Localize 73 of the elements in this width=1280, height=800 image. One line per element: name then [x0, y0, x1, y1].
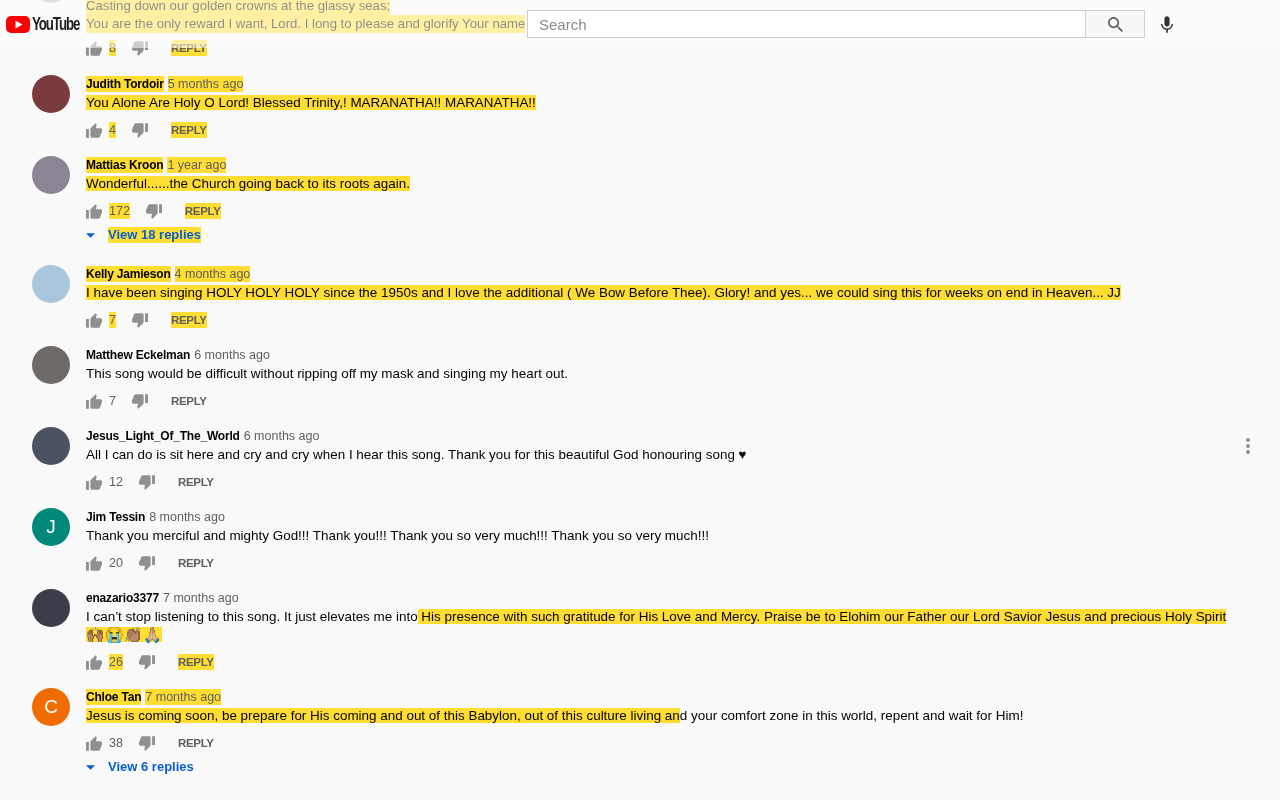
- avatar-photo-placeholder[interactable]: [32, 75, 70, 113]
- thumb-down-icon[interactable]: [131, 312, 148, 328]
- like-count: 20: [109, 555, 123, 571]
- comment-time[interactable]: 7 months ago: [163, 590, 239, 606]
- like-count: 172: [109, 203, 130, 219]
- reply-button[interactable]: REPLY: [177, 555, 214, 571]
- comment-text: Wonderful......the Church going back to its roots again.: [86, 175, 411, 193]
- thumb-up-icon[interactable]: [86, 122, 102, 138]
- view-replies-button[interactable]: View 6 replies: [86, 759, 194, 775]
- comment-author[interactable]: Mattias Kroon: [86, 157, 164, 173]
- thumb-up-icon[interactable]: [86, 312, 102, 328]
- more-options-icon[interactable]: [1246, 438, 1250, 454]
- thumb-down-icon[interactable]: [138, 654, 155, 670]
- thumb-up-icon[interactable]: [86, 393, 102, 409]
- like-count: 7: [109, 393, 116, 409]
- thumb-down-icon[interactable]: [131, 122, 148, 138]
- like-count: 38: [109, 735, 123, 751]
- avatar-initial[interactable]: J: [32, 508, 70, 546]
- comment-text: All I can do is sit here and cry and cry when I hear this song. Thank you for this beautiful God honouring song ♥: [86, 446, 748, 464]
- thumb-down-icon[interactable]: [131, 393, 148, 409]
- caret-down-icon: [86, 232, 95, 238]
- reply-button[interactable]: REPLY: [184, 203, 221, 219]
- comment-time[interactable]: 8 months ago: [149, 509, 225, 525]
- search-button[interactable]: [1085, 10, 1145, 38]
- like-count: 7: [109, 312, 116, 328]
- comment-author[interactable]: Jesus_Light_Of_The_World: [86, 428, 240, 444]
- thumb-up-icon[interactable]: [86, 40, 102, 56]
- thumb-up-icon[interactable]: [86, 735, 102, 751]
- comment-author[interactable]: enazario3377: [86, 590, 159, 606]
- play-logo-icon[interactable]: [6, 15, 30, 33]
- avatar-photo-placeholder[interactable]: [32, 589, 70, 627]
- avatar-photo-placeholder[interactable]: [32, 346, 70, 384]
- thumb-up-icon[interactable]: [86, 203, 102, 219]
- comment-time[interactable]: 7 months ago: [145, 689, 222, 705]
- thumb-up-icon[interactable]: [86, 555, 102, 571]
- thumb-down-icon[interactable]: [131, 40, 148, 56]
- search-icon: [1107, 16, 1123, 32]
- like-count: 12: [109, 474, 123, 490]
- comment-text: I have been singing HOLY HOLY HOLY since the 1950s and I love the additional ( We Bow Before Thee). Glory! and yes... we could sing this for weeks on end in Heaven... JJ: [86, 284, 1122, 302]
- reply-button[interactable]: REPLY: [177, 654, 214, 670]
- thumb-up-icon[interactable]: [86, 474, 102, 490]
- comment-text: Jesus is coming soon, be prepare for His coming and out of this Babylon, out of this culture living and your comfort zone in this world, repent and wait for Him!: [86, 707, 1025, 725]
- comment-author[interactable]: Jim Tessin: [86, 509, 146, 525]
- comment-time[interactable]: 6 months ago: [243, 428, 320, 444]
- comment-text: This song would be difficult without ripping off my mask and singing my heart out.: [86, 365, 569, 383]
- avatar-photo-placeholder[interactable]: [32, 427, 70, 465]
- reply-button[interactable]: REPLY: [177, 735, 214, 751]
- microphone-icon[interactable]: [1161, 15, 1173, 33]
- comment-author[interactable]: Kelly Jamieson: [86, 266, 171, 282]
- thumb-down-icon[interactable]: [138, 555, 155, 571]
- comment-author[interactable]: Chloe Tan: [86, 689, 142, 705]
- reply-button[interactable]: REPLY: [170, 122, 207, 138]
- reply-button[interactable]: REPLY: [170, 393, 207, 409]
- avatar-initial[interactable]: C: [32, 688, 70, 726]
- comment-text: I can’t stop listening to this song. It just elevates me into His presence with such gratitude for His Love and Mercy. Praise be to Elohim our Father our Lord Savior Jesus and precious Holy Spirit 🙌🏽😭👏🏽🙏🏼: [86, 608, 1228, 644]
- comment-text: Thank you merciful and mighty God!!! Thank you!!! Thank you so very much!!! Thank you so very much!!!: [86, 527, 710, 545]
- caret-down-icon: [86, 764, 95, 770]
- logo-wordmark[interactable]: YouTube: [32, 14, 80, 34]
- thumb-up-icon[interactable]: [86, 654, 102, 670]
- comment-text: You Alone Are Holy O Lord! Blessed Trinity,! MARANATHA!! MARANATHA!!: [86, 94, 537, 112]
- comment-time[interactable]: 1 year ago: [167, 157, 227, 173]
- thumb-down-icon[interactable]: [138, 474, 155, 490]
- search-field[interactable]: Search: [527, 10, 1085, 38]
- thumb-down-icon[interactable]: [138, 735, 155, 751]
- comment-time[interactable]: 6 months ago: [194, 347, 270, 363]
- comment-time[interactable]: 5 months ago: [167, 76, 244, 92]
- comment-author[interactable]: Matthew Eckelman: [86, 347, 191, 363]
- reply-button[interactable]: REPLY: [170, 312, 207, 328]
- reply-button[interactable]: REPLY: [177, 474, 214, 490]
- comment-author[interactable]: Judith Tordoir: [86, 76, 164, 92]
- like-count: 4: [109, 122, 116, 138]
- thumb-down-icon[interactable]: [145, 203, 162, 219]
- like-count: 26: [109, 654, 123, 670]
